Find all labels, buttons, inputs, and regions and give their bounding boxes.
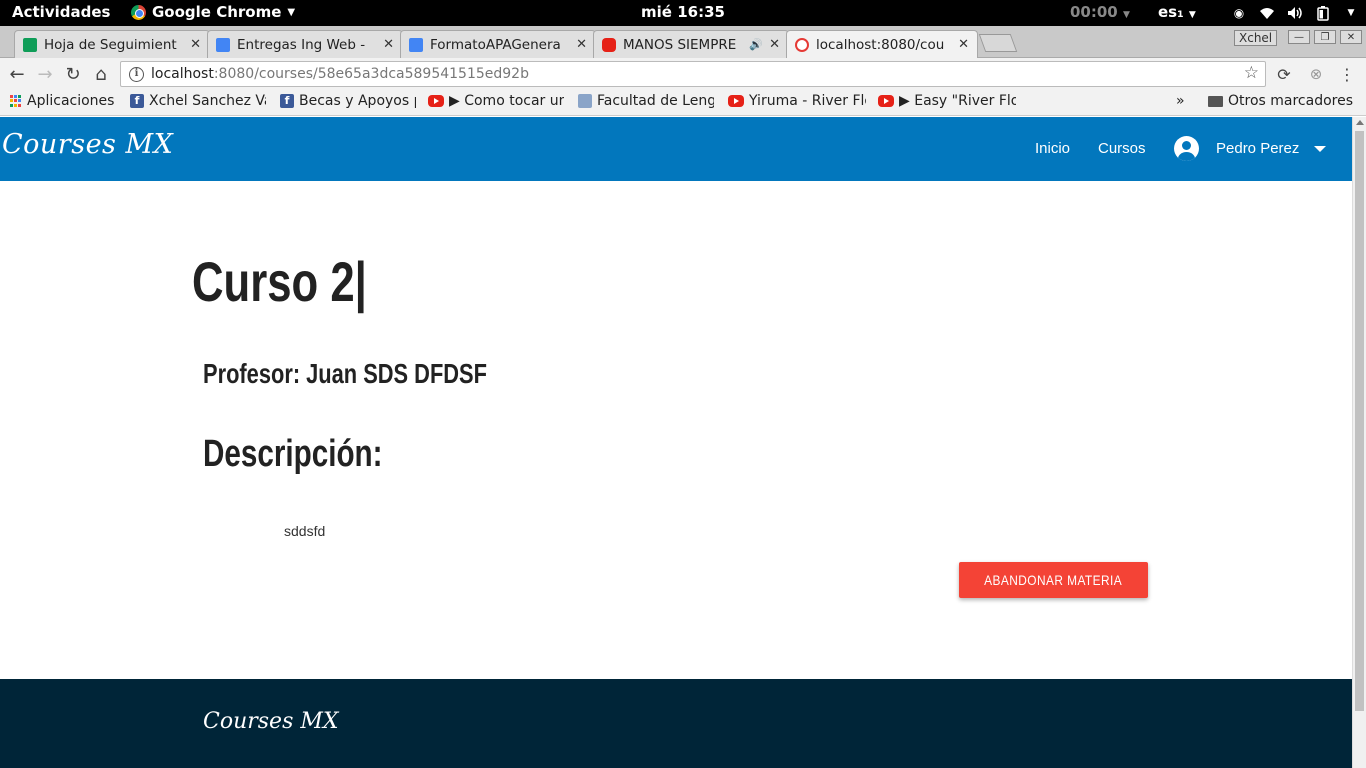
chevron-down-icon: ▼ [287,6,296,18]
url-host: localhost [151,66,214,82]
apps-icon [10,95,22,107]
facebook-icon: f [280,94,294,108]
bookmark-other[interactable]: Otros marcadores [1208,93,1353,109]
close-icon[interactable]: ✕ [576,37,587,52]
wifi-icon[interactable] [1258,4,1276,22]
profile-button[interactable]: Xchel [1234,30,1278,46]
star-icon[interactable]: ☆ [1244,63,1259,83]
youtube-icon [428,95,444,107]
record-icon[interactable]: ◉ [1230,4,1248,22]
system-top-bar: Actividades Google Chrome ▼ mié 16:35 00… [0,0,1366,26]
chevron-down-icon: ▼ [1188,10,1196,20]
page-scrollbar[interactable] [1352,117,1366,768]
sync-icon[interactable]: ⟳ [1273,63,1295,85]
home-button[interactable]: ⌂ [90,63,112,85]
bookmark-facultad[interactable]: Facultad de Leng [578,93,714,109]
menu-icon[interactable]: ⋮ [1336,63,1358,85]
nav-inicio[interactable]: Inicio [1035,140,1070,157]
course-title: Curso 2| [192,250,367,313]
youtube-icon [602,37,616,52]
scrollbar-thumb[interactable] [1355,131,1364,711]
chevron-down-icon: ▼ [1122,10,1130,20]
maximize-button[interactable]: ❐ [1314,30,1336,44]
extension-icon[interactable]: ⊗ [1305,63,1327,85]
battery-icon[interactable] [1314,4,1332,22]
close-window-button[interactable]: ✕ [1340,30,1362,44]
audio-playing-icon: 🔊 [749,38,764,51]
account-circle-icon[interactable] [1174,136,1199,161]
scroll-up-icon[interactable] [1356,120,1364,125]
tab-manos-siempre[interactable]: MANOS SIEMPRE 🔊 ✕ [593,30,789,58]
youtube-icon [728,95,744,107]
browser-toolbar: ← → ↻ ⌂ i localhost:8080/courses/58e65a3… [0,58,1366,90]
tab-entregas[interactable]: Entregas Ing Web - ✕ [207,30,403,58]
bookmark-xchel[interactable]: f Xchel Sanchez Va [130,93,266,109]
bookmark-como-tocar[interactable]: ▶ Como tocar un [428,93,564,109]
new-tab-button[interactable] [978,34,1018,52]
course-description: sddsfd [284,523,326,539]
bookmark-easy-river[interactable]: ▶ Easy "River Flo [878,93,1016,109]
clock[interactable]: mié 16:35 [641,3,725,21]
close-icon[interactable]: ✕ [769,37,780,52]
address-bar[interactable]: i localhost:8080/courses/58e65a3dca58954… [120,61,1266,87]
reload-button[interactable]: ↻ [62,63,84,85]
app-name: Google Chrome [152,3,282,21]
close-icon[interactable]: ✕ [958,37,969,52]
site-brand[interactable]: Courses MX [2,129,173,160]
youtube-icon [878,95,894,107]
tab-formato-apa[interactable]: FormatoAPAGenera ✕ [400,30,596,58]
description-heading: Descripción: [203,433,383,475]
localhost-icon [795,37,809,52]
page-viewport: Courses MX Inicio Cursos Pedro Perez Cur… [0,117,1352,768]
site-footer: Courses MX [0,679,1352,768]
tab-strip: Hoja de Seguimient ✕ Entregas Ing Web - … [0,26,1366,58]
chevron-down-icon[interactable]: ▼ [1342,4,1360,22]
language-selector[interactable]: es₁ ▼ [1158,3,1196,21]
tab-hoja-seguimiento[interactable]: Hoja de Seguimient ✕ [14,30,210,58]
site-navbar: Courses MX Inicio Cursos Pedro Perez [0,117,1352,181]
chevron-down-icon[interactable] [1314,146,1326,152]
chrome-icon [131,4,146,20]
bookmark-yiruma[interactable]: Yiruma - River Flo [728,93,866,109]
minimize-button[interactable]: — [1288,30,1310,44]
docs-icon [216,37,230,52]
url-path: :8080/courses/58e65a3dca589541515ed92b [213,66,529,82]
tab-localhost[interactable]: localhost:8080/cou ✕ [786,30,978,58]
app-menu[interactable]: Google Chrome ▼ [131,3,295,21]
forward-button[interactable]: → [34,63,56,85]
faculty-icon [578,94,592,108]
folder-icon [1208,95,1223,107]
course-professor: Profesor: Juan SDS DFDSF [203,358,487,389]
nav-cursos[interactable]: Cursos [1098,140,1146,157]
bookmark-becas[interactable]: f Becas y Apoyos p [280,93,416,109]
activities-button[interactable]: Actividades [12,3,110,21]
docs-icon [409,37,423,52]
volume-icon[interactable] [1286,4,1304,22]
sheets-icon [23,37,37,52]
facebook-icon: f [130,94,144,108]
back-button[interactable]: ← [6,63,28,85]
footer-brand: Courses MX [203,709,339,734]
more-bookmarks-button[interactable]: » [1176,93,1185,109]
close-icon[interactable]: ✕ [383,37,394,52]
user-name[interactable]: Pedro Perez [1216,140,1299,157]
close-icon[interactable]: ✕ [190,37,201,52]
drop-course-button[interactable]: ABANDONAR MATERIA [959,562,1148,598]
bookmark-apps[interactable]: Aplicaciones [10,93,114,109]
bookmarks-bar: Aplicaciones f Xchel Sanchez Va f Becas … [0,90,1366,116]
timer[interactable]: 00:00 ▼ [1070,3,1130,21]
info-icon[interactable]: i [129,66,144,82]
